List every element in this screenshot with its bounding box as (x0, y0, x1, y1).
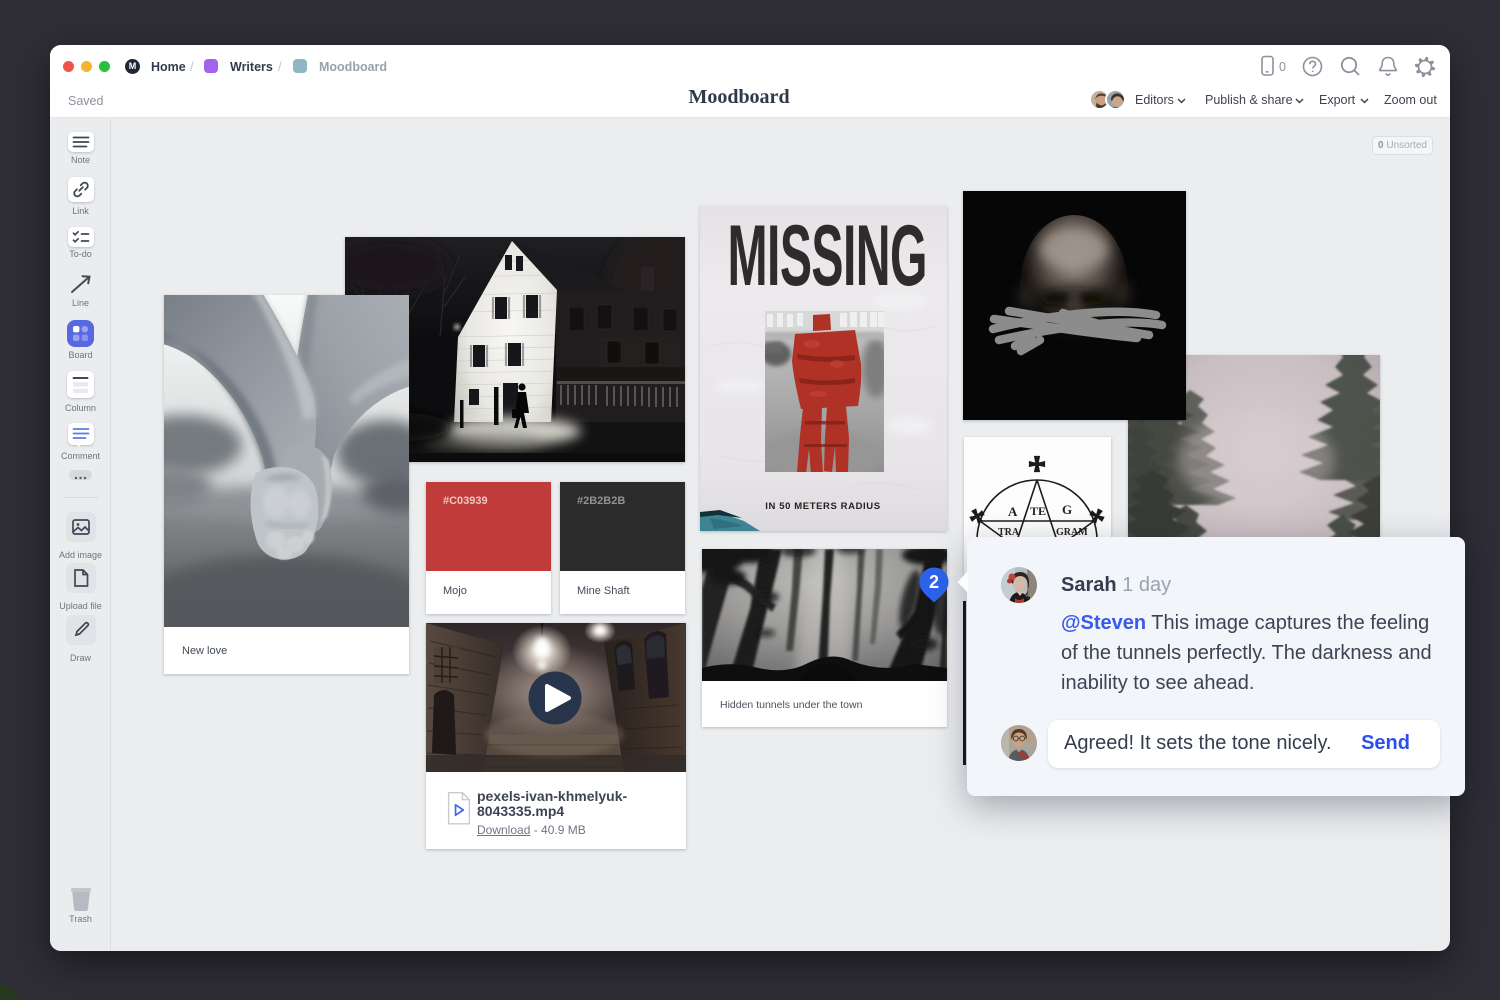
svg-text:2: 2 (929, 572, 939, 592)
svg-text:TE: TE (1030, 504, 1046, 518)
svg-text:A: A (1008, 504, 1018, 519)
svg-text:G: G (1062, 502, 1072, 517)
svg-text:IN 50 METERS RADIUS: IN 50 METERS RADIUS (765, 501, 880, 512)
